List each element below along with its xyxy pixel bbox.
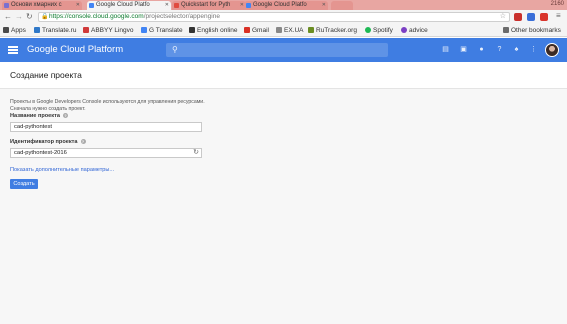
bookmark-item[interactable]: English online: [189, 26, 237, 35]
bookmark-label: Gmail: [252, 27, 269, 34]
gmail-icon: [244, 27, 250, 33]
new-tab-button[interactable]: [331, 1, 353, 10]
project-name-label: Название проекта?: [10, 113, 68, 120]
gcp-top-bar: Google Cloud Platform ⚲ ▤ ▣ ● ? ♠ ⋮: [0, 38, 567, 62]
spotify-icon: [365, 27, 371, 33]
search-icon: ⚲: [172, 45, 178, 54]
project-name-value: cad-pythontest: [14, 124, 53, 130]
bookmark-favicon-icon: [141, 27, 147, 33]
bookmark-label: ABBYY Lingvo: [91, 27, 134, 34]
browser-tab[interactable]: Quickstart for Pyth ✕: [172, 1, 246, 10]
project-name-field[interactable]: cad-pythontest: [10, 122, 202, 132]
bookmark-item[interactable]: Spotify: [365, 26, 393, 35]
bookmarks-bar: Apps Translate.ru ABBYY Lingvo G Transla…: [0, 24, 567, 37]
create-button[interactable]: Создать: [10, 179, 38, 189]
forward-arrow-icon[interactable]: →: [15, 12, 23, 22]
help-icon[interactable]: ?: [62, 113, 68, 119]
tab-label: Google Cloud Platfo: [253, 2, 307, 8]
page-header: Создание проекта: [0, 62, 567, 89]
back-arrow-icon[interactable]: ←: [4, 12, 12, 22]
url-input[interactable]: 🔒 https://console.cloud.google.com/proje…: [38, 12, 510, 22]
hamburger-menu-icon[interactable]: [8, 46, 18, 54]
extension-icon[interactable]: [514, 13, 522, 21]
browser-tab-active[interactable]: Google Cloud Platfo ✕: [87, 1, 171, 10]
bookmark-label: English online: [197, 27, 238, 34]
form-description-secondary: Сначала нужно создать проект.: [10, 106, 86, 112]
extension-icon[interactable]: [540, 13, 548, 21]
address-bar-row: ← → ↻ 🔒 https://console.cloud.google.com…: [0, 10, 567, 24]
bookmark-item[interactable]: Translate.ru: [34, 26, 76, 35]
bookmark-label: Apps: [11, 27, 26, 34]
gift-icon[interactable]: ▤: [441, 45, 450, 54]
project-id-label: Идентификатор проекта?: [10, 139, 86, 146]
bookmark-favicon-icon: [276, 27, 282, 33]
product-title[interactable]: Google Cloud Platform: [27, 43, 123, 57]
form-description: Проекты в Google Developers Console испо…: [10, 99, 205, 105]
more-options-icon[interactable]: ⋮: [529, 45, 538, 54]
help-icon[interactable]: ?: [495, 45, 504, 54]
show-advanced-options-link[interactable]: Показать дополнительные параметры...: [10, 167, 114, 173]
bookmark-item[interactable]: RuTracker.org: [308, 26, 357, 35]
lock-icon: 🔒: [41, 14, 49, 20]
bookmark-label: EX.UA: [284, 27, 304, 34]
bookmark-item[interactable]: G Translate: [141, 26, 183, 35]
bookmark-favicon-icon: [401, 27, 407, 33]
bookmark-favicon-icon: [308, 27, 314, 33]
project-name-label-text: Название проекта: [10, 113, 60, 119]
close-tab-icon[interactable]: ✕: [165, 1, 169, 10]
reload-icon[interactable]: ↻: [26, 12, 33, 22]
browser-tab[interactable]: Основи хмарних с ✕: [2, 1, 82, 10]
bookmark-label: G Translate: [149, 27, 183, 34]
help-icon[interactable]: ?: [80, 139, 86, 145]
avatar[interactable]: [545, 43, 559, 57]
bookmark-label: Spotify: [373, 27, 393, 34]
menu-icon[interactable]: ≡: [556, 11, 561, 21]
refresh-icon[interactable]: ↻: [193, 149, 199, 157]
tab-favicon-icon: [4, 3, 9, 8]
bookmark-label: advice: [409, 27, 428, 34]
close-tab-icon[interactable]: ✕: [76, 1, 80, 10]
bookmark-apps[interactable]: Apps: [3, 26, 26, 35]
tab-label: Основи хмарних с: [11, 2, 62, 8]
tab-favicon-icon: [246, 3, 251, 8]
tab-favicon-icon: [174, 3, 179, 8]
bookmark-favicon-icon: [34, 27, 40, 33]
apps-grid-icon: [3, 27, 9, 33]
url-path: /projectselector/appengine: [143, 13, 220, 20]
notifications-icon[interactable]: ♠: [512, 45, 521, 54]
alerts-icon[interactable]: ●: [477, 45, 486, 54]
browser-tab[interactable]: Google Cloud Platfo ✕: [244, 1, 328, 10]
bookmark-star-icon[interactable]: ☆: [500, 13, 506, 21]
bookmark-item[interactable]: EX.UA: [276, 26, 304, 35]
project-id-field[interactable]: cad-pythontest-2016 ↻: [10, 148, 202, 158]
console-icon[interactable]: ▣: [459, 45, 468, 54]
tab-favicon-icon: [89, 3, 94, 8]
bookmark-other[interactable]: Other bookmarks: [503, 26, 561, 35]
bookmark-item[interactable]: ABBYY Lingvo: [83, 26, 134, 35]
bookmark-favicon-icon: [189, 27, 195, 33]
bookmark-label: RuTracker.org: [316, 27, 357, 34]
search-input[interactable]: ⚲: [166, 43, 388, 57]
create-project-form: Проекты в Google Developers Console испо…: [0, 89, 567, 324]
folder-icon: [503, 27, 509, 33]
page-title: Создание проекта: [10, 70, 82, 80]
tab-label: Quickstart for Pyth: [181, 2, 231, 8]
extension-icon[interactable]: [527, 13, 535, 21]
bookmark-item[interactable]: advice: [401, 26, 428, 35]
url-host: console.cloud.google.com: [68, 13, 144, 20]
project-id-label-text: Идентификатор проекта: [10, 139, 78, 145]
tab-label: Google Cloud Platfo: [96, 2, 150, 8]
browser-tab-strip: Основи хмарних с ✕ Google Cloud Platfo ✕…: [0, 0, 567, 10]
bookmark-item[interactable]: Gmail: [244, 26, 269, 35]
bookmark-label: Translate.ru: [42, 27, 77, 34]
bookmark-favicon-icon: [83, 27, 89, 33]
bookmark-label: Other bookmarks: [511, 27, 561, 34]
close-tab-icon[interactable]: ✕: [322, 1, 326, 10]
window-control: 2160: [550, 1, 564, 7]
url-scheme: https://: [49, 13, 69, 20]
project-id-value: cad-pythontest-2016: [14, 150, 67, 156]
